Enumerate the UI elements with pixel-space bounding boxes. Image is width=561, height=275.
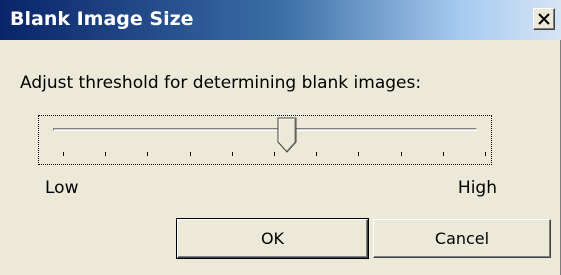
close-button[interactable] bbox=[533, 8, 555, 30]
slider-thumb[interactable] bbox=[277, 117, 297, 153]
slider-high-label: High bbox=[457, 178, 497, 198]
threshold-slider[interactable] bbox=[38, 115, 492, 165]
window-title: Blank Image Size bbox=[10, 8, 194, 30]
blank-image-size-dialog: Blank Image Size Adjust threshold for de… bbox=[0, 0, 561, 275]
slider-ticks bbox=[63, 152, 486, 156]
cancel-button[interactable]: Cancel bbox=[373, 219, 551, 258]
slider-low-label: Low bbox=[45, 178, 79, 198]
title-bar[interactable]: Blank Image Size bbox=[0, 0, 561, 40]
close-x-icon bbox=[538, 13, 550, 25]
threshold-prompt-label: Adjust threshold for determining blank i… bbox=[20, 73, 422, 93]
ok-button[interactable]: OK bbox=[176, 218, 369, 259]
